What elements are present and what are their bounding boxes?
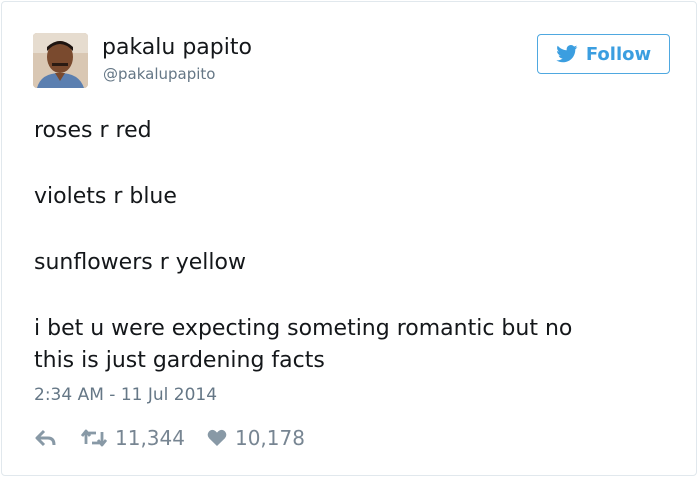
avatar[interactable] [33,33,88,88]
tweet-timestamp[interactable]: 2:34 AM - 11 Jul 2014 [34,385,217,405]
tweet-text-line-2: violets r blue [34,184,177,209]
tweet-text-line-4: i bet u were expecting someting romantic… [34,316,573,341]
tweet-text-line-1: roses r red [34,118,152,143]
tweet-actions: 11,344 10,178 [35,424,305,452]
author-display-name[interactable]: pakalu papito [102,35,252,60]
like-button[interactable]: 10,178 [207,426,305,450]
avatar-image [33,33,88,88]
tweet-text-line-5: this is just gardening facts [34,348,325,373]
author-handle[interactable]: @pakalupapito [103,65,215,83]
twitter-bird-icon [556,45,578,63]
retweet-count: 11,344 [115,426,185,450]
tweet-text-line-3: sunflowers r yellow [34,250,246,275]
follow-button-label: Follow [585,43,652,65]
reply-icon [35,429,56,447]
like-count: 10,178 [234,426,305,450]
heart-icon [207,429,227,446]
retweet-icon [81,429,107,447]
follow-button[interactable]: Follow [537,34,670,74]
tweet-card: pakalu papito @pakalupapito Follow roses… [1,1,697,476]
reply-button[interactable] [35,429,57,447]
retweet-button[interactable]: 11,344 [81,426,185,450]
